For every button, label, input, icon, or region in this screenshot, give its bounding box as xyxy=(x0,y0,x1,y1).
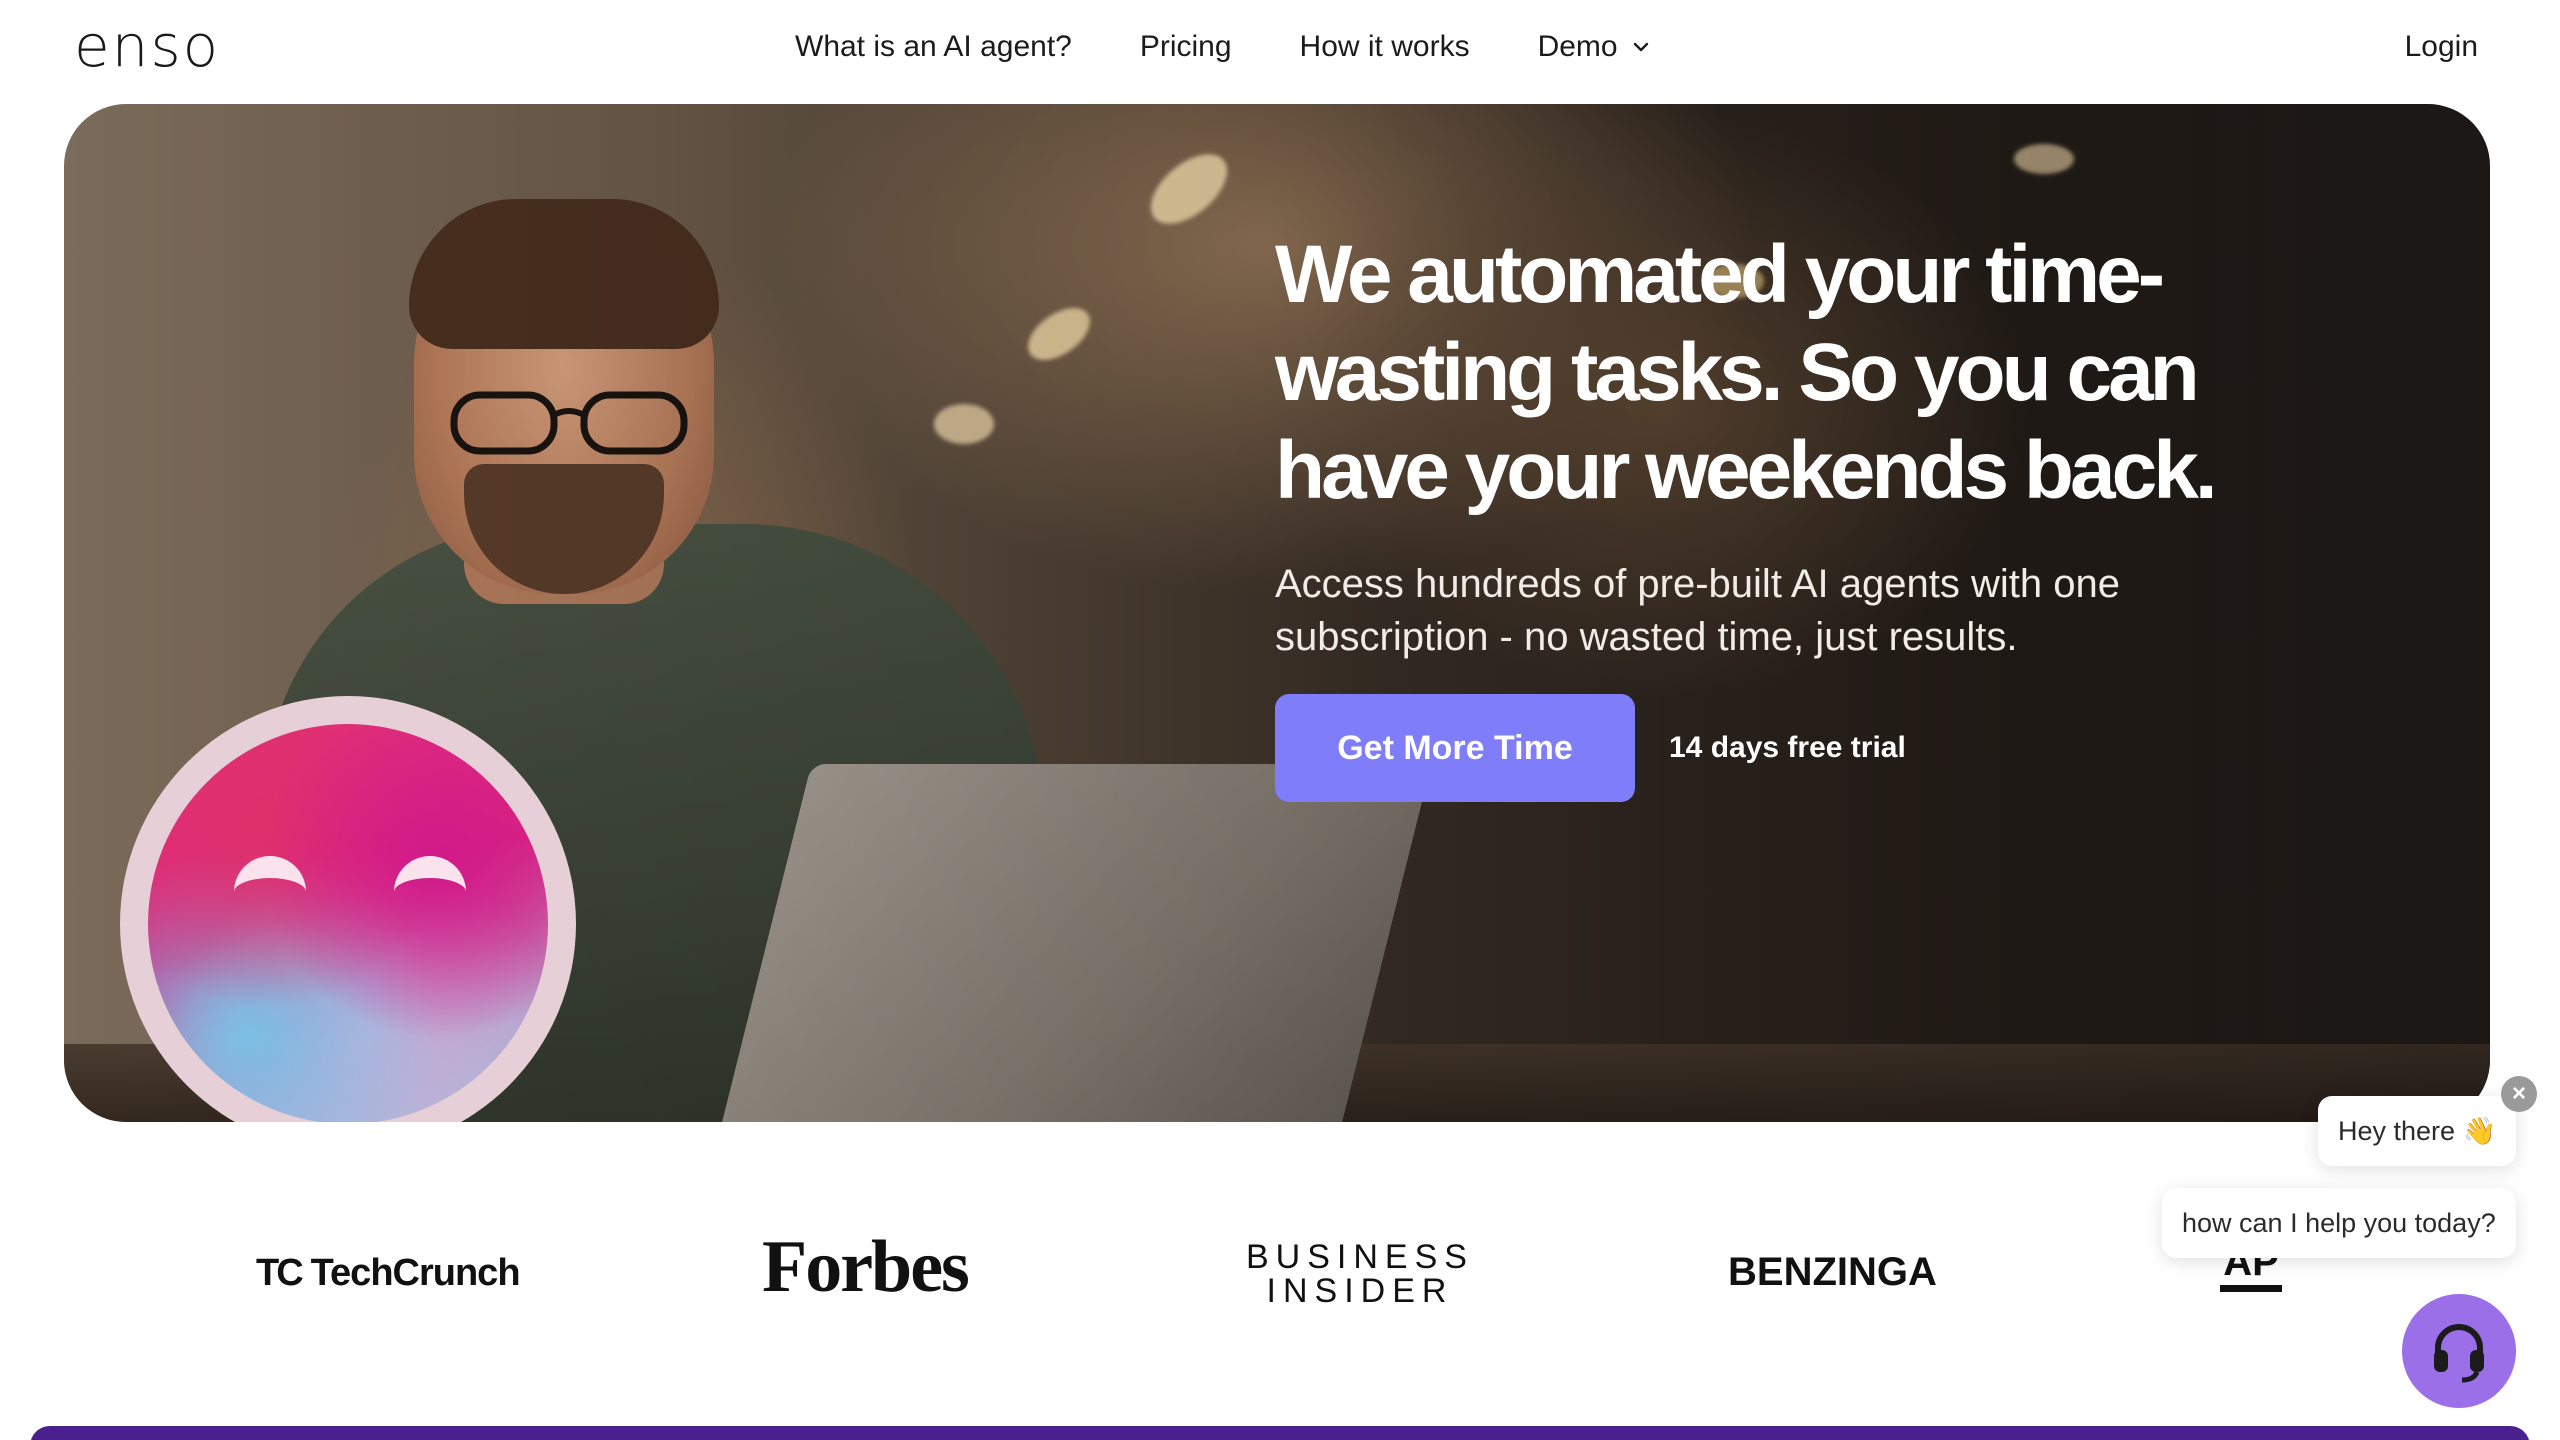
techcrunch-logo: TC TechCrunch xyxy=(256,1252,521,1295)
close-icon[interactable]: × xyxy=(2501,1076,2537,1112)
techcrunch-mark: TC xyxy=(256,1252,304,1294)
nav-links: What is an AI agent? Pricing How it work… xyxy=(795,30,1650,64)
benzinga-logo: BENZINGA xyxy=(1728,1250,1937,1294)
headset-icon xyxy=(2434,1324,2484,1383)
forbes-logo: Forbes xyxy=(762,1226,970,1308)
bottom-section-band xyxy=(30,1426,2530,1440)
free-trial-note: 14 days free trial xyxy=(1669,731,1906,764)
nav-link-pricing[interactable]: Pricing xyxy=(1140,30,1232,64)
chat-greeting-bubble[interactable]: Hey there 👋 xyxy=(2318,1096,2517,1166)
get-more-time-button[interactable]: Get More Time xyxy=(1275,694,1635,802)
avatar-face-icon xyxy=(148,724,548,1122)
chat-prompt-bubble[interactable]: how can I help you today? xyxy=(2162,1188,2516,1258)
business-insider-line-1: BUSINESS xyxy=(1246,1238,1474,1276)
business-insider-line-2: INSIDER xyxy=(1266,1272,1454,1310)
nav-link-demo[interactable]: Demo xyxy=(1538,30,1650,64)
chevron-down-icon xyxy=(1633,42,1648,52)
top-navigation: enso What is an AI agent? Pricing How it… xyxy=(0,0,2560,100)
nav-link-how-it-works[interactable]: How it works xyxy=(1300,30,1470,64)
business-insider-logo: BUSINESS INSIDER xyxy=(1246,1240,1474,1308)
enso-logo[interactable]: enso xyxy=(74,12,220,80)
hero-title: We automated your time-wasting tasks. So… xyxy=(1275,229,2218,516)
nav-link-what-is-ai-agent[interactable]: What is an AI agent? xyxy=(795,30,1072,64)
login-link[interactable]: Login xyxy=(2405,30,2478,64)
nav-link-demo-label: Demo xyxy=(1537,30,1618,63)
cta-row: Get More Time 14 days free trial xyxy=(1275,694,1906,802)
hero-text: We automated your time-wasting tasks. So… xyxy=(1275,226,2275,664)
hero-subtitle: Access hundreds of pre-built AI agents w… xyxy=(1275,562,2120,659)
chat-support-button[interactable] xyxy=(2402,1294,2516,1408)
techcrunch-wordmark: TechCrunch xyxy=(310,1252,521,1294)
